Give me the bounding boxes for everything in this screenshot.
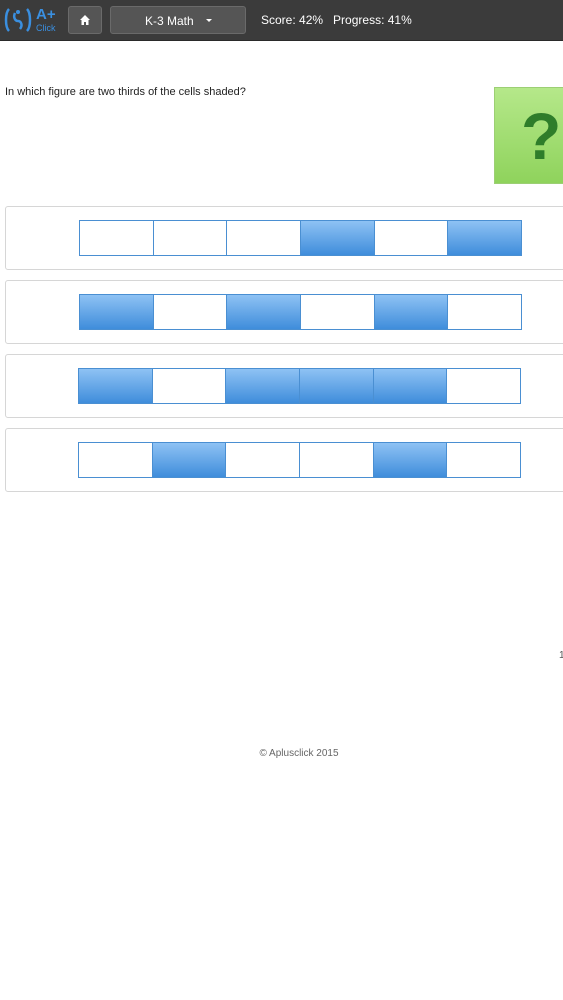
footer-copyright: © Aplusclick 2015 xyxy=(259,748,339,759)
answer-option-4[interactable] xyxy=(5,428,563,492)
help-button[interactable]: ? xyxy=(494,87,563,184)
unshaded-cell xyxy=(300,443,374,477)
shaded-cell xyxy=(226,369,301,403)
top-bar: A+ Click K-3 Math Score: 42% Progress: 41… xyxy=(0,0,563,41)
question-mark-icon: ? xyxy=(521,99,562,173)
logo-click-text: Click xyxy=(36,23,56,33)
shaded-cell xyxy=(301,221,375,255)
home-icon xyxy=(80,15,90,25)
logo-aplus-text: A+ xyxy=(36,6,56,23)
question-text: In which figure are two thirds of the ce… xyxy=(5,86,246,98)
score-text: Score: 42% xyxy=(261,13,324,27)
unshaded-cell xyxy=(153,221,228,255)
fraction-strip xyxy=(78,442,521,478)
answer-option-1[interactable] xyxy=(5,206,563,270)
shaded-cell xyxy=(448,221,522,255)
subject-dropdown[interactable]: K-3 Math xyxy=(110,6,246,34)
unshaded-cell xyxy=(447,369,521,403)
shaded-cell xyxy=(373,369,448,403)
fraction-strip xyxy=(78,368,521,404)
edge-text: 1 xyxy=(559,650,563,661)
logo-emblem-icon xyxy=(4,8,32,32)
answer-option-2[interactable] xyxy=(5,280,563,344)
shaded-cell xyxy=(373,443,448,477)
unshaded-cell xyxy=(447,443,521,477)
score-progress: Score: 42% Progress: 41% xyxy=(261,13,412,27)
unshaded-cell xyxy=(374,221,449,255)
shaded-cell xyxy=(152,443,227,477)
unshaded-cell xyxy=(152,369,227,403)
unshaded-cell xyxy=(80,221,154,255)
fraction-strip xyxy=(79,220,522,256)
unshaded-cell xyxy=(448,295,522,329)
unshaded-cell xyxy=(79,443,153,477)
unshaded-cell xyxy=(153,295,228,329)
shaded-cell xyxy=(80,295,154,329)
home-button[interactable] xyxy=(68,6,102,34)
aplusclick-logo[interactable]: A+ Click xyxy=(3,5,59,35)
progress-text: Progress: 41% xyxy=(333,13,412,27)
chevron-down-icon xyxy=(206,19,212,22)
subject-label: K-3 Math xyxy=(145,14,194,28)
shaded-cell xyxy=(374,295,449,329)
shaded-cell xyxy=(79,369,153,403)
shaded-cell xyxy=(227,295,302,329)
unshaded-cell xyxy=(227,221,302,255)
unshaded-cell xyxy=(301,295,375,329)
fraction-strip xyxy=(79,294,522,330)
answer-option-3[interactable] xyxy=(5,354,563,418)
unshaded-cell xyxy=(226,443,301,477)
shaded-cell xyxy=(300,369,374,403)
